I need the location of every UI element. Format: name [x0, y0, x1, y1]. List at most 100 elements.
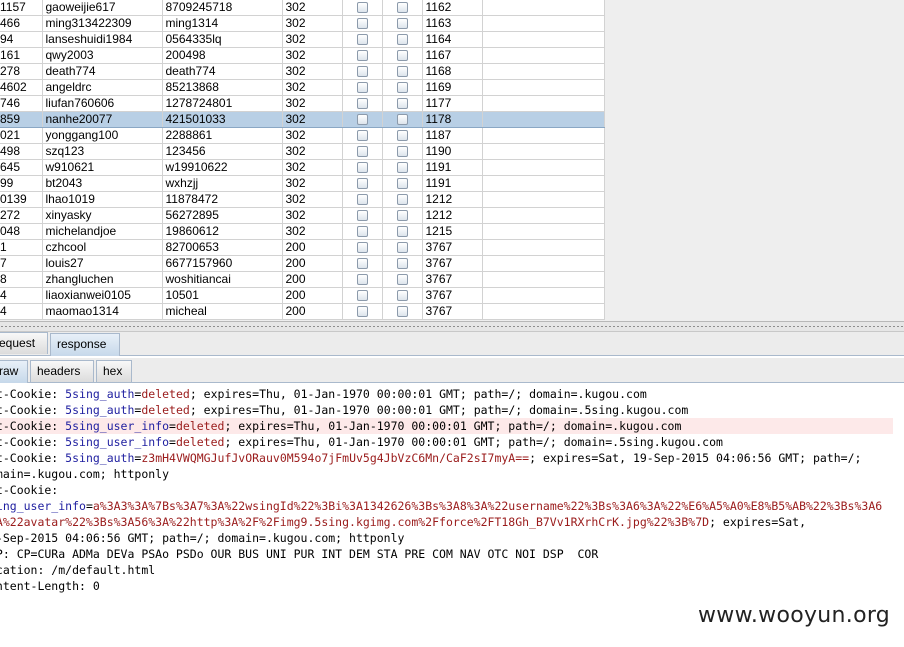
checkbox[interactable] [396, 274, 408, 286]
checkbox[interactable] [356, 66, 368, 78]
response-line: ontent-Length: 0 [0, 578, 893, 594]
tab-hex[interactable]: hex [96, 360, 132, 382]
cell-comment [482, 287, 605, 304]
checkbox[interactable] [356, 194, 368, 206]
cell-error-checkbox [342, 223, 383, 240]
checkbox[interactable] [396, 306, 408, 318]
table-row[interactable]: 498 szq123 123456 302 1190 [0, 143, 605, 160]
checkbox[interactable] [396, 2, 408, 14]
checkbox[interactable] [396, 34, 408, 46]
table-row[interactable]: 048 michelandjoe 19860612 302 1215 [0, 223, 605, 240]
table-row[interactable]: 8 zhangluchen woshitiancai 200 3767 [0, 271, 605, 288]
checkbox[interactable] [396, 226, 408, 238]
table-row[interactable]: 645 w910621 w19910622 302 1191 [0, 159, 605, 176]
checkbox[interactable] [396, 130, 408, 142]
header-text: 3P: CP=CURa ADMa DEVa PSAo PSDo OUR BUS … [0, 547, 599, 561]
table-row[interactable]: 746 liufan760606 1278724801 302 1177 [0, 95, 605, 112]
checkbox[interactable] [356, 258, 368, 270]
cell-password: 19860612 [162, 223, 283, 240]
cell-timeout-checkbox [382, 127, 423, 144]
checkbox[interactable] [396, 50, 408, 62]
table-row[interactable]: 7 louis27 6677157960 200 3767 [0, 255, 605, 272]
table-row[interactable]: 99 bt2043 wxhzjj 302 1191 [0, 175, 605, 192]
tab-raw[interactable]: raw [0, 360, 28, 383]
tab-response[interactable]: response [50, 333, 120, 356]
cell-request-id: 859 [0, 111, 43, 128]
checkbox[interactable] [356, 146, 368, 158]
cell-error-checkbox [342, 127, 383, 144]
cell-password: 200498 [162, 47, 283, 64]
header-text: ; expires=Thu, 01-Jan-1970 00:00:01 GMT;… [224, 435, 723, 449]
tab-headers[interactable]: headers [30, 360, 94, 382]
cell-timeout-checkbox [382, 111, 423, 128]
checkbox[interactable] [396, 114, 408, 126]
cookie-name: 5sing_auth [65, 387, 135, 401]
checkbox[interactable] [356, 18, 368, 30]
cell-comment [482, 255, 605, 272]
table-row[interactable]: 859 nanhe20077 421501033 302 1178 [0, 111, 605, 128]
checkbox[interactable] [356, 242, 368, 254]
header-text: ontent-Length: 0 [0, 579, 100, 593]
table-row[interactable]: 4602 angeldrc 85213868 302 1169 [0, 79, 605, 96]
cell-username: ming313422309 [42, 15, 163, 32]
cell-username: liufan760606 [42, 95, 163, 112]
response-line: et-Cookie: 5sing_user_info=deleted; expi… [0, 434, 893, 450]
cookie-name: 5sing_user_info [65, 435, 170, 449]
header-text: ; expires=Sat, [709, 515, 806, 529]
table-row[interactable]: 466 ming313422309 ming1314 302 1163 [0, 15, 605, 32]
checkbox[interactable] [396, 146, 408, 158]
cell-request-id: 645 [0, 159, 43, 176]
checkbox[interactable] [396, 258, 408, 270]
checkbox[interactable] [396, 178, 408, 190]
table-row[interactable]: 94 lanseshuidi1984 0564335lq 302 1164 [0, 31, 605, 48]
cell-status-code: 302 [282, 191, 343, 208]
checkbox[interactable] [356, 210, 368, 222]
checkbox[interactable] [356, 162, 368, 174]
checkbox[interactable] [396, 210, 408, 222]
cell-password: ming1314 [162, 15, 283, 32]
table-row[interactable]: 4 liaoxianwei0105 10501 200 3767 [0, 287, 605, 304]
checkbox[interactable] [356, 34, 368, 46]
cell-username: zhangluchen [42, 271, 163, 288]
checkbox[interactable] [356, 114, 368, 126]
table-row[interactable]: 272 xinyasky 56272895 302 1212 [0, 207, 605, 224]
cell-length: 1167 [422, 47, 483, 64]
header-text: et-Cookie: [0, 483, 59, 497]
cell-username: lhao1019 [42, 191, 163, 208]
response-line: 3A%22avatar%22%3Bs%3A56%3A%22http%3A%2F%… [0, 514, 893, 530]
split-pane-divider[interactable] [0, 321, 904, 332]
cell-password: 56272895 [162, 207, 283, 224]
checkbox[interactable] [356, 274, 368, 286]
checkbox[interactable] [356, 130, 368, 142]
table-row[interactable]: 4 maomao1314 micheal 200 3767 [0, 303, 605, 320]
checkbox[interactable] [396, 98, 408, 110]
checkbox[interactable] [396, 290, 408, 302]
table-row[interactable]: 1157 gaoweijie617 8709245718 302 1162 [0, 0, 605, 16]
table-row[interactable]: 021 yonggang100 2288861 302 1187 [0, 127, 605, 144]
checkbox[interactable] [356, 306, 368, 318]
checkbox[interactable] [356, 50, 368, 62]
cell-error-checkbox [342, 271, 383, 288]
checkbox[interactable] [356, 226, 368, 238]
checkbox[interactable] [396, 242, 408, 254]
checkbox[interactable] [396, 66, 408, 78]
tab-request[interactable]: equest [0, 332, 48, 354]
checkbox[interactable] [396, 18, 408, 30]
checkbox[interactable] [396, 82, 408, 94]
checkbox[interactable] [356, 178, 368, 190]
table-row[interactable]: 1 czhcool 82700653 200 3767 [0, 239, 605, 256]
table-row[interactable]: 161 qwy2003 200498 302 1167 [0, 47, 605, 64]
checkbox[interactable] [396, 162, 408, 174]
table-row[interactable]: 0139 lhao1019 11878472 302 1212 [0, 191, 605, 208]
cell-username: liaoxianwei0105 [42, 287, 163, 304]
cell-length: 3767 [422, 287, 483, 304]
checkbox[interactable] [396, 194, 408, 206]
cell-password: 11878472 [162, 191, 283, 208]
checkbox[interactable] [356, 98, 368, 110]
response-line: et-Cookie: 5sing_auth=z3mH4VWQMGJufJvORa… [0, 450, 893, 466]
checkbox[interactable] [356, 290, 368, 302]
table-row[interactable]: 278 death774 death774 302 1168 [0, 63, 605, 80]
cell-error-checkbox [342, 95, 383, 112]
checkbox[interactable] [356, 82, 368, 94]
checkbox[interactable] [356, 2, 368, 14]
